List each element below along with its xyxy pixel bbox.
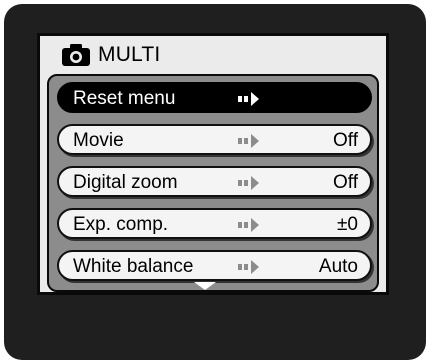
menu-item-value: Off	[333, 130, 358, 151]
menu-item-exp-comp[interactable]: Exp. comp. ±0	[57, 208, 372, 239]
menu-panel: Reset menu Movie Off Digital zoom Off Ex…	[47, 74, 379, 292]
menu-item-label: White balance	[73, 256, 194, 277]
menu-item-movie[interactable]: Movie Off	[57, 124, 372, 155]
menu-item-label: Movie	[73, 130, 124, 151]
scroll-down-icon[interactable]	[194, 282, 216, 290]
menu-item-label: Digital zoom	[73, 172, 178, 193]
menu-item-value: Auto	[318, 256, 358, 277]
submenu-arrow-icon	[238, 92, 259, 106]
menu-header: MULTI	[61, 39, 160, 71]
menu-title: MULTI	[98, 43, 161, 66]
menu-item-white-balance[interactable]: White balance Auto	[57, 250, 372, 281]
submenu-arrow-icon	[238, 134, 259, 148]
menu-item-label: Exp. comp.	[73, 214, 169, 235]
lcd-screen: MULTI Reset menu Movie Off Digital zoom	[37, 33, 389, 295]
camera-icon	[62, 44, 90, 66]
menu-item-reset-menu[interactable]: Reset menu	[57, 82, 372, 113]
menu-item-value: Off	[333, 172, 358, 193]
menu-item-digital-zoom[interactable]: Digital zoom Off	[57, 166, 372, 197]
submenu-arrow-icon	[238, 260, 259, 274]
menu-item-value: ±0	[337, 214, 358, 235]
submenu-arrow-icon	[238, 218, 259, 232]
submenu-arrow-icon	[238, 176, 259, 190]
menu-item-label: Reset menu	[73, 88, 176, 109]
